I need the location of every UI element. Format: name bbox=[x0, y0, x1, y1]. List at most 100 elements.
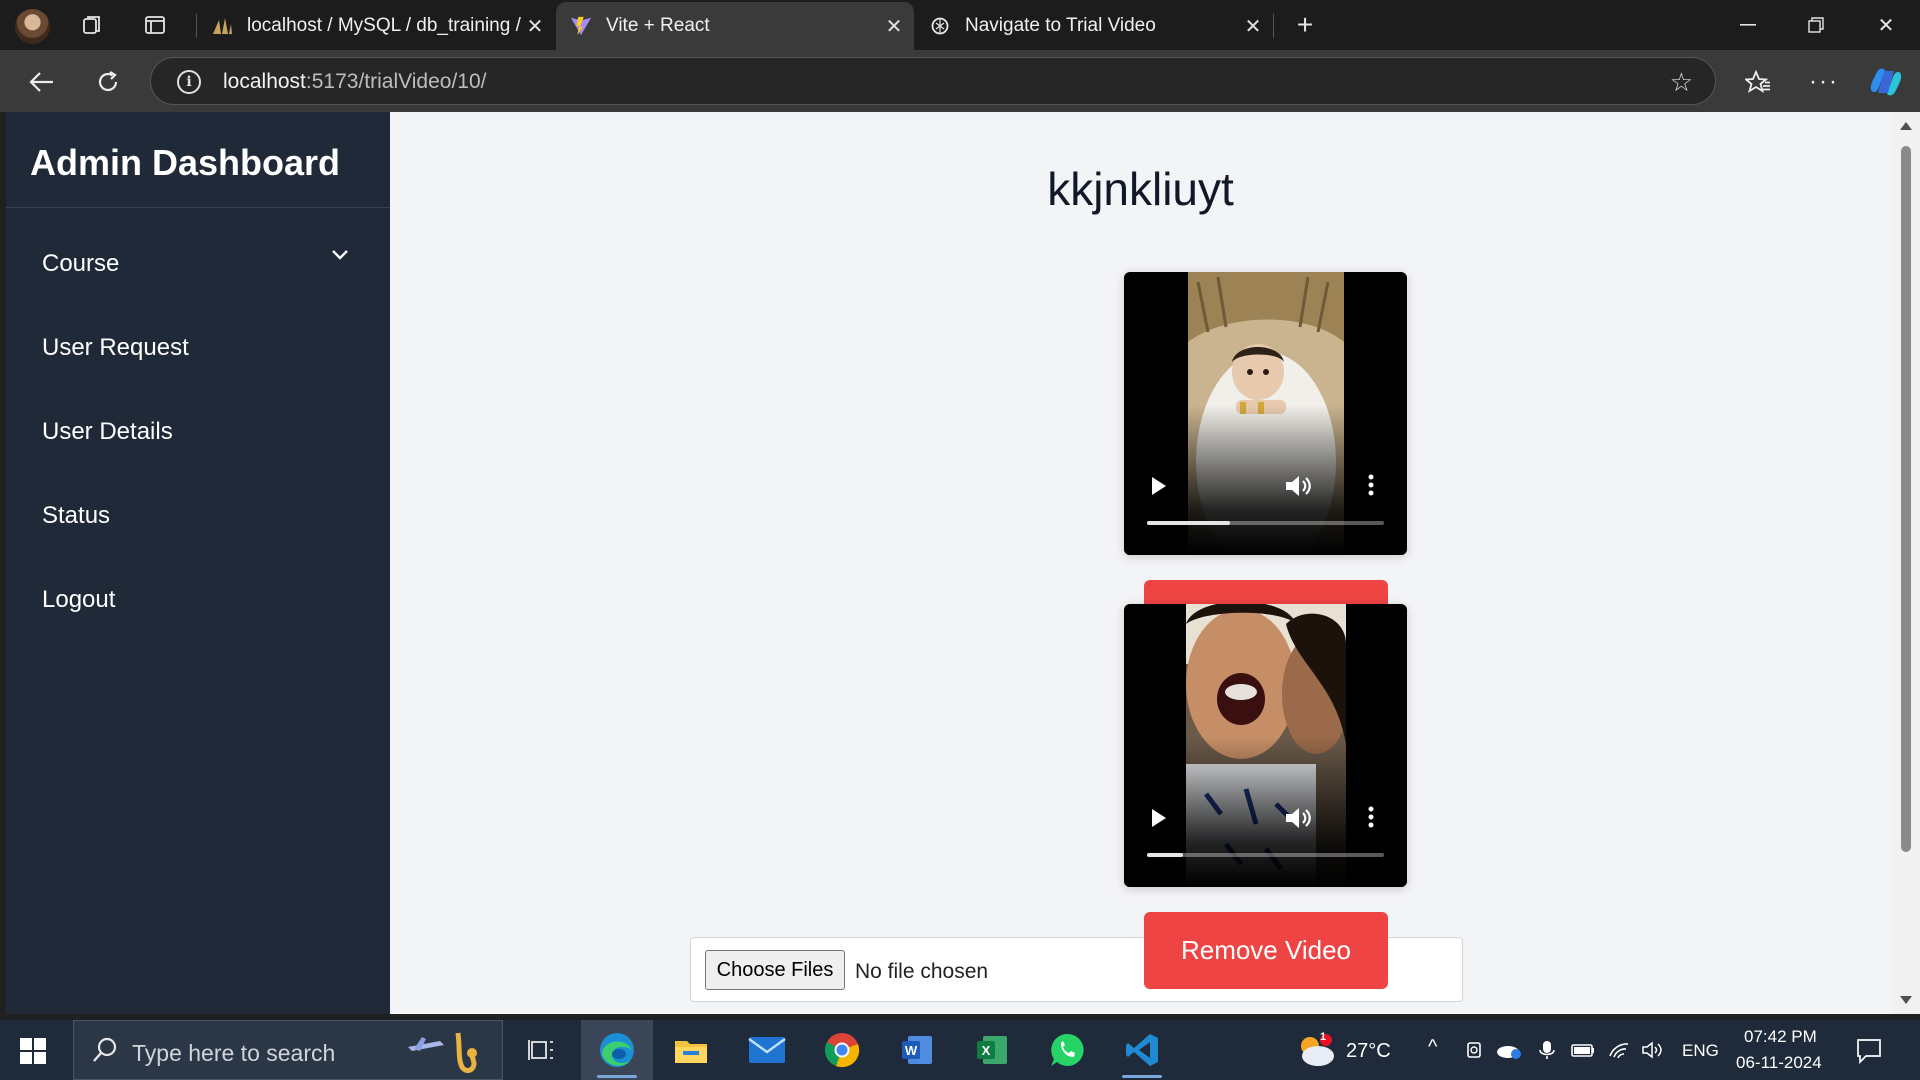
chrome-icon[interactable] bbox=[806, 1020, 878, 1080]
battery-icon[interactable] bbox=[1570, 1040, 1596, 1060]
workspaces-icon[interactable] bbox=[77, 11, 107, 39]
sidebar-item-label: User Request bbox=[42, 334, 189, 361]
video-player-2[interactable] bbox=[1124, 604, 1407, 887]
volume-icon[interactable] bbox=[1284, 473, 1312, 499]
page-viewport: Admin Dashboard Course User Request User… bbox=[6, 112, 1891, 1014]
address-bar[interactable]: i localhost:5173/trialVideo/10/ ☆ bbox=[150, 57, 1716, 105]
restore-icon[interactable] bbox=[1788, 6, 1844, 44]
vite-logo-icon bbox=[570, 15, 592, 37]
choose-files-button[interactable]: Choose Files bbox=[705, 950, 845, 990]
sidebar-item-user-details[interactable]: User Details bbox=[42, 418, 173, 446]
weather-cloudy-icon[interactable] bbox=[1296, 1032, 1336, 1068]
phpmyadmin-sail-icon bbox=[211, 15, 233, 37]
site-info-icon[interactable]: i bbox=[177, 70, 201, 94]
taskbar-search-box[interactable]: Type here to search bbox=[73, 1020, 503, 1080]
scrollbar-thumb[interactable] bbox=[1901, 146, 1911, 852]
sidebar-item-course[interactable]: Course bbox=[42, 250, 119, 278]
sidebar-item-user-request[interactable]: User Request bbox=[42, 334, 189, 362]
tab-navigate-trial-video[interactable]: Navigate to Trial Video ✕ bbox=[915, 2, 1273, 50]
volume-icon[interactable] bbox=[1284, 805, 1312, 831]
sidebar-divider bbox=[6, 207, 390, 208]
word-icon[interactable]: W bbox=[881, 1020, 953, 1080]
whatsapp-icon[interactable] bbox=[1031, 1020, 1103, 1080]
onedrive-icon[interactable] bbox=[1496, 1040, 1522, 1060]
more-options-icon[interactable] bbox=[1368, 805, 1374, 829]
file-explorer-icon[interactable] bbox=[655, 1020, 727, 1080]
search-highlight-saxophone-icon bbox=[408, 1032, 477, 1073]
video-controls-gradient bbox=[1124, 737, 1407, 887]
play-icon[interactable] bbox=[1152, 477, 1166, 495]
scroll-up-arrow-icon[interactable] bbox=[1900, 122, 1912, 130]
tab-title: Vite + React bbox=[606, 15, 710, 36]
url-path: :5173/trialVideo/10/ bbox=[305, 70, 487, 93]
video-player-1[interactable] bbox=[1124, 272, 1407, 555]
tab-close-icon[interactable]: ✕ bbox=[1239, 14, 1267, 39]
edge-app-icon[interactable] bbox=[581, 1020, 653, 1080]
file-status-text: No file chosen bbox=[855, 960, 989, 983]
notifications-icon[interactable] bbox=[1856, 1038, 1882, 1064]
chatgpt-logo-icon bbox=[929, 15, 951, 37]
favorites-icon[interactable] bbox=[1740, 64, 1776, 100]
copilot-icon[interactable] bbox=[1868, 64, 1904, 100]
minimize-icon[interactable] bbox=[1720, 6, 1776, 44]
close-window-icon[interactable]: ✕ bbox=[1858, 6, 1914, 44]
more-options-icon[interactable]: ··· bbox=[1806, 64, 1842, 100]
tab-phpmyadmin[interactable]: localhost / MySQL / db_training / ✕ bbox=[197, 2, 555, 50]
task-view-icon[interactable] bbox=[505, 1020, 577, 1080]
clock-time[interactable]: 07:42 PM bbox=[1744, 1027, 1817, 1047]
back-icon[interactable] bbox=[24, 64, 60, 100]
tab-title: localhost / MySQL / db_training / bbox=[247, 15, 521, 36]
windows-taskbar: Type here to search W X 1 27°C ^ ENG 07:… bbox=[0, 1020, 1920, 1080]
tab-close-icon[interactable]: ✕ bbox=[880, 14, 908, 39]
tab-actions-icon[interactable] bbox=[140, 11, 170, 39]
microphone-icon[interactable] bbox=[1536, 1040, 1558, 1060]
tab-title: Navigate to Trial Video bbox=[965, 15, 1156, 36]
svg-text:X: X bbox=[982, 1043, 991, 1058]
play-icon[interactable] bbox=[1152, 809, 1166, 827]
profile-avatar[interactable] bbox=[15, 9, 50, 44]
refresh-icon[interactable] bbox=[90, 64, 126, 100]
tab-vite-react[interactable]: Vite + React ✕ bbox=[556, 2, 914, 50]
favorite-star-icon[interactable]: ☆ bbox=[1670, 67, 1693, 98]
scroll-down-arrow-icon[interactable] bbox=[1900, 996, 1912, 1004]
mail-icon[interactable] bbox=[731, 1020, 803, 1080]
page-title: kkjnkliuyt bbox=[1047, 163, 1234, 215]
search-placeholder: Type here to search bbox=[132, 1040, 336, 1066]
sidebar-item-logout[interactable]: Logout bbox=[42, 586, 115, 614]
tab-close-icon[interactable]: ✕ bbox=[521, 14, 549, 39]
vscode-icon[interactable] bbox=[1106, 1020, 1178, 1080]
video-controls-gradient bbox=[1124, 405, 1407, 555]
sidebar-item-label: Logout bbox=[42, 586, 116, 613]
remove-video-button[interactable]: Remove Video bbox=[1144, 912, 1388, 989]
excel-icon[interactable]: X bbox=[956, 1020, 1028, 1080]
url-host: localhost bbox=[223, 70, 306, 93]
address-url[interactable]: localhost:5173/trialVideo/10/ bbox=[223, 70, 486, 94]
meet-now-icon[interactable] bbox=[1465, 1040, 1487, 1060]
video-progress-fill bbox=[1147, 521, 1230, 525]
sidebar-title: Admin Dashboard bbox=[30, 142, 341, 183]
sidebar-item-label: Status bbox=[42, 502, 111, 529]
search-icon bbox=[93, 1037, 117, 1062]
speaker-icon[interactable] bbox=[1641, 1040, 1663, 1060]
sidebar: Admin Dashboard Course User Request User… bbox=[6, 112, 390, 1014]
svg-text:W: W bbox=[905, 1043, 918, 1058]
language-indicator[interactable]: ENG bbox=[1682, 1041, 1719, 1061]
chevron-down-icon[interactable] bbox=[330, 245, 350, 265]
more-options-icon[interactable] bbox=[1368, 473, 1374, 497]
video-progress-fill bbox=[1147, 853, 1183, 857]
browser-toolbar: i localhost:5173/trialVideo/10/ ☆ ··· bbox=[0, 50, 1920, 112]
weather-temperature[interactable]: 27°C bbox=[1346, 1040, 1391, 1063]
video-progress-bar[interactable] bbox=[1147, 521, 1384, 525]
wifi-icon[interactable] bbox=[1608, 1040, 1630, 1060]
chevron-up-icon[interactable]: ^ bbox=[1428, 1036, 1437, 1059]
sidebar-item-status[interactable]: Status bbox=[42, 502, 110, 530]
sidebar-item-label: Course bbox=[42, 250, 120, 277]
clock-date[interactable]: 06-11-2024 bbox=[1736, 1053, 1822, 1073]
windows-start-icon[interactable] bbox=[20, 1038, 46, 1064]
sidebar-item-label: User Details bbox=[42, 418, 173, 445]
page-scrollbar[interactable] bbox=[1891, 112, 1920, 1014]
weather-alert-badge: 1 bbox=[1320, 1031, 1327, 1043]
tab-separator bbox=[1273, 14, 1274, 38]
new-tab-icon[interactable]: + bbox=[1290, 9, 1320, 40]
video-progress-bar[interactable] bbox=[1147, 853, 1384, 857]
